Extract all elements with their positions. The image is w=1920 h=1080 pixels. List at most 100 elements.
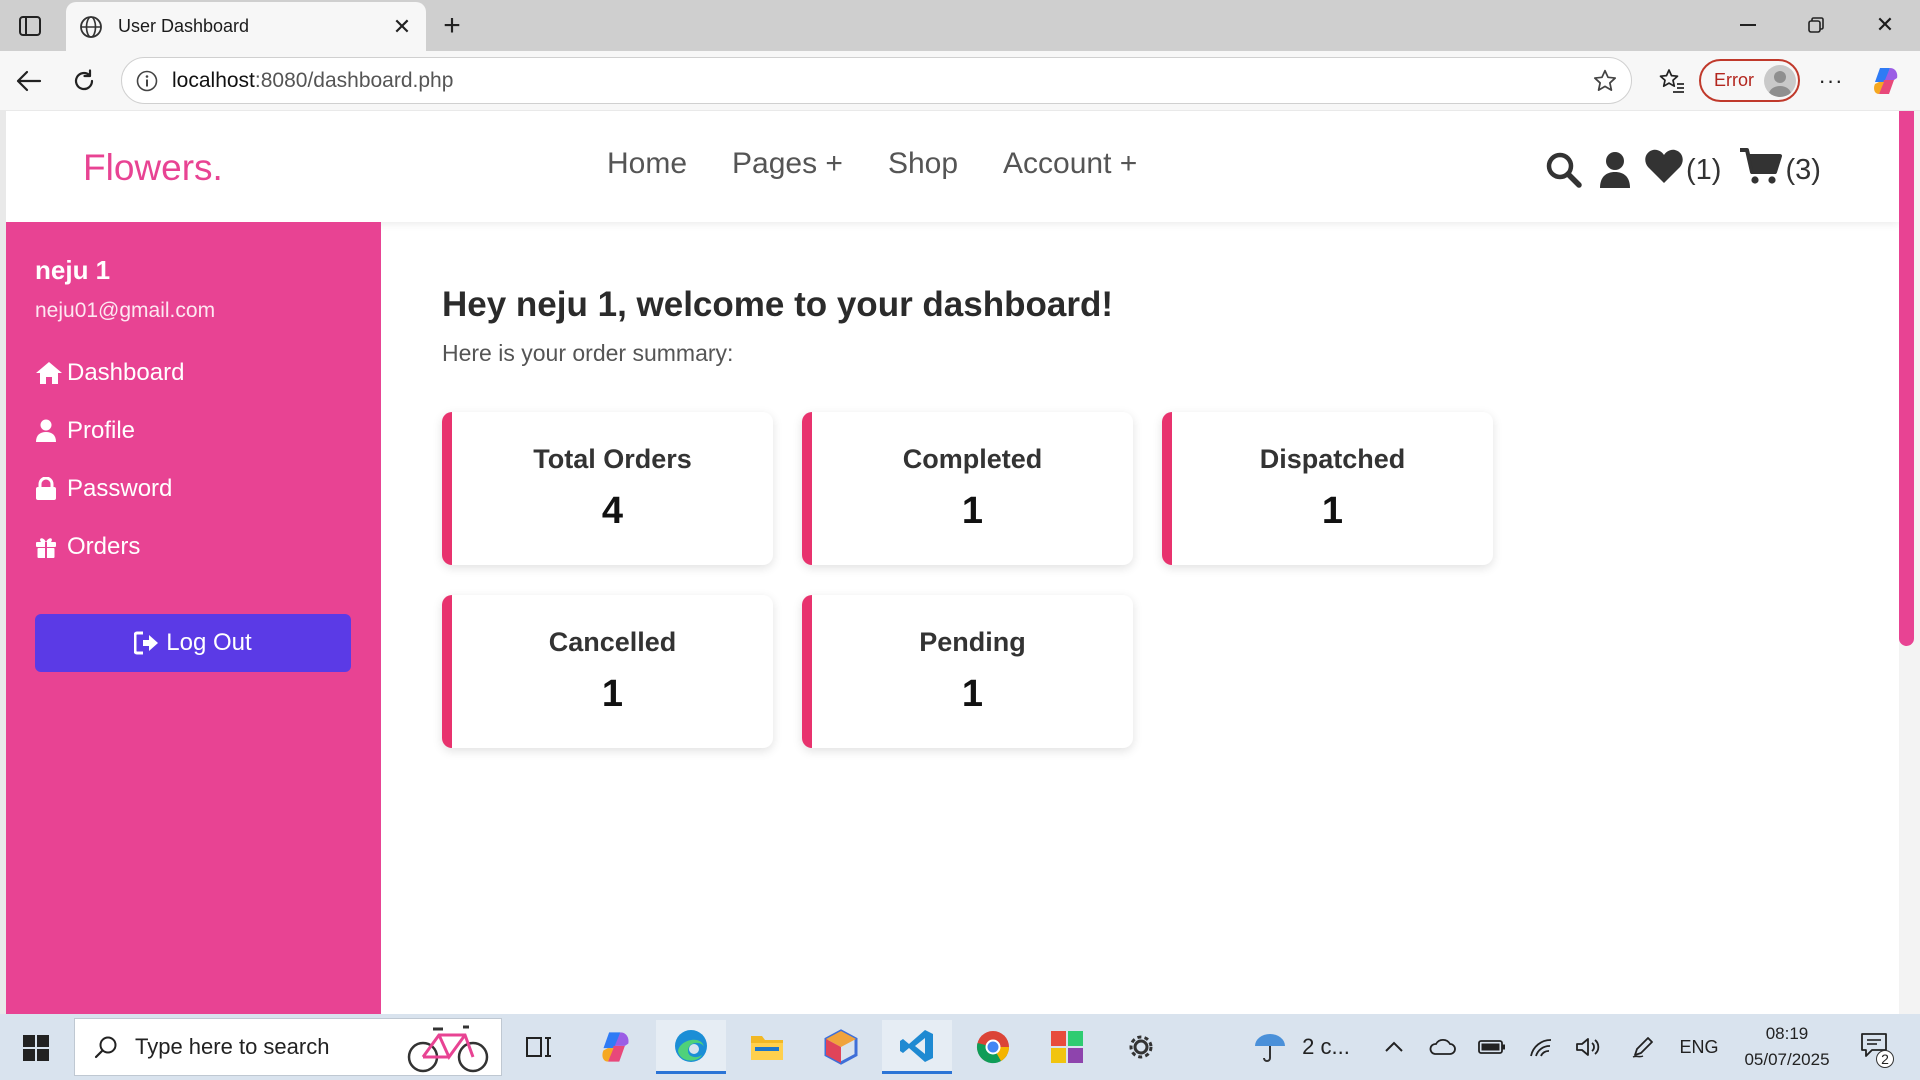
browser-tab-bar: User Dashboard ✕ + ✕	[0, 0, 1920, 51]
sidebar-item-label: Profile	[67, 417, 136, 444]
cart-count: (3)	[1785, 153, 1821, 186]
vscode-app-icon[interactable]	[882, 1020, 952, 1074]
windows-tiles-app-icon[interactable]	[1032, 1020, 1102, 1074]
header-icons: (1) (3)	[1544, 147, 1821, 193]
card-pending: Pending 1	[802, 595, 1133, 748]
sidebar-menu: Dashboard Profile Password Orders	[35, 344, 184, 576]
card-label: Cancelled	[548, 627, 677, 657]
page-viewport: Flowers. Home Pages + Shop Account + (1)	[6, 111, 1899, 1014]
heart-icon	[1644, 148, 1684, 192]
more-options-icon[interactable]: ···	[1810, 60, 1852, 102]
avatar	[1764, 64, 1796, 97]
onedrive-cloud-icon[interactable]	[1425, 1014, 1459, 1080]
restore-icon[interactable]	[1788, 6, 1844, 44]
profile-error-label: Error	[1714, 70, 1754, 90]
sidebar-item-password[interactable]: Password	[35, 460, 184, 518]
sidebar-item-label: Orders	[67, 533, 141, 560]
battery-icon[interactable]	[1475, 1014, 1509, 1080]
page-title: Hey neju 1, welcome to your dashboard!	[442, 285, 1113, 324]
logout-icon	[134, 630, 162, 656]
clock-time: 08:19	[1765, 1024, 1809, 1043]
close-tab-icon[interactable]: ✕	[386, 11, 418, 43]
search-placeholder: Type here to search	[135, 1034, 330, 1059]
site-info-icon[interactable]	[134, 68, 160, 94]
search-icon	[91, 1032, 121, 1062]
sidebar-item-label: Password	[67, 475, 173, 502]
main-nav: Home Pages + Shop Account +	[607, 147, 1137, 181]
url-host: localhost	[172, 68, 255, 92]
back-arrow-icon[interactable]	[8, 60, 50, 102]
card-label: Dispatched	[1259, 444, 1406, 474]
close-window-icon[interactable]: ✕	[1857, 6, 1913, 44]
dashboard-content: Hey neju 1, welcome to your dashboard! H…	[381, 222, 1899, 1014]
favorites-icon[interactable]	[1651, 60, 1693, 102]
cart-icon	[1739, 147, 1783, 193]
user-icon	[35, 417, 63, 445]
card-dispatched: Dispatched 1	[1162, 412, 1493, 565]
clock[interactable]: 08:19 05/07/2025	[1732, 1014, 1842, 1080]
browser-tab-active[interactable]: User Dashboard ✕	[66, 2, 426, 51]
site-header: Flowers. Home Pages + Shop Account + (1)	[6, 111, 1899, 222]
url-path: :8080/dashboard.php	[254, 68, 454, 92]
card-cancelled: Cancelled 1	[442, 595, 773, 748]
new-tab-icon[interactable]: +	[434, 8, 470, 44]
page-subtitle: Here is your order summary:	[442, 340, 734, 366]
nav-home[interactable]: Home	[607, 147, 687, 181]
sidebar-item-profile[interactable]: Profile	[35, 402, 184, 460]
card-value: 1	[601, 673, 624, 715]
card-value: 4	[601, 490, 624, 532]
profile-button[interactable]: Error	[1699, 59, 1800, 102]
browser-toolbar: localhost:8080/dashboard.php Error ···	[0, 51, 1920, 110]
windows-start-icon[interactable]	[12, 1028, 60, 1068]
settings-gear-icon[interactable]	[1106, 1020, 1176, 1074]
cart-button[interactable]: (3)	[1739, 147, 1821, 193]
tab-actions-icon[interactable]	[12, 12, 48, 40]
minimize-icon[interactable]	[1720, 6, 1776, 44]
chevron-up-icon[interactable]	[1378, 1014, 1410, 1080]
search-icon[interactable]	[1544, 151, 1584, 189]
language-indicator[interactable]: ENG	[1676, 1014, 1722, 1080]
dashboard-sidebar: neju 1 neju01@gmail.com Dashboard Profil…	[6, 222, 381, 1014]
notification-count-badge: 2	[1876, 1050, 1894, 1068]
task-view-icon[interactable]	[504, 1020, 574, 1074]
card-total-orders: Total Orders 4	[442, 412, 773, 565]
sidebar-item-dashboard[interactable]: Dashboard	[35, 344, 184, 402]
notification-center-button[interactable]: 2	[1852, 1014, 1896, 1080]
cube-app-icon[interactable]	[806, 1020, 876, 1074]
chrome-app-icon[interactable]	[958, 1020, 1028, 1074]
card-label: Completed	[902, 444, 1043, 474]
address-bar[interactable]: localhost:8080/dashboard.php	[121, 57, 1632, 104]
user-icon[interactable]	[1598, 151, 1632, 189]
sidebar-item-label: Dashboard	[67, 359, 185, 386]
tab-title: User Dashboard	[118, 16, 250, 36]
weather-icon[interactable]	[1250, 1014, 1290, 1080]
copilot-app-icon[interactable]	[582, 1020, 652, 1074]
card-value: 1	[961, 673, 984, 715]
nav-shop[interactable]: Shop	[888, 147, 958, 181]
pen-icon[interactable]	[1626, 1014, 1660, 1080]
bicycle-icon	[407, 1025, 489, 1073]
edge-app-icon[interactable]	[656, 1020, 726, 1074]
logout-label: Log Out	[166, 629, 252, 656]
copilot-icon[interactable]	[1866, 60, 1908, 102]
wifi-icon[interactable]	[1524, 1014, 1558, 1080]
site-logo[interactable]: Flowers.	[83, 147, 223, 189]
reload-icon[interactable]	[63, 60, 105, 102]
logout-button[interactable]: Log Out	[35, 614, 351, 672]
gift-icon	[35, 533, 63, 561]
taskbar-search[interactable]: Type here to search	[74, 1018, 502, 1076]
wishlist-count: (1)	[1686, 153, 1722, 186]
page-scrollbar-thumb[interactable]	[1899, 111, 1914, 646]
wishlist-button[interactable]: (1)	[1644, 148, 1721, 192]
lock-icon	[35, 475, 63, 503]
favorite-star-icon[interactable]	[1585, 61, 1625, 101]
weather-text[interactable]: 2 c...	[1296, 1014, 1356, 1080]
nav-pages[interactable]: Pages +	[732, 147, 843, 181]
nav-account[interactable]: Account +	[1003, 147, 1137, 181]
taskbar: Type here to search 2 c... ENG 08:19 05/…	[0, 1014, 1920, 1080]
card-value: 1	[1321, 490, 1344, 532]
file-explorer-icon[interactable]	[732, 1020, 802, 1074]
volume-icon[interactable]	[1571, 1014, 1605, 1080]
sidebar-item-orders[interactable]: Orders	[35, 518, 184, 576]
url-text[interactable]: localhost:8080/dashboard.php	[172, 69, 1585, 93]
